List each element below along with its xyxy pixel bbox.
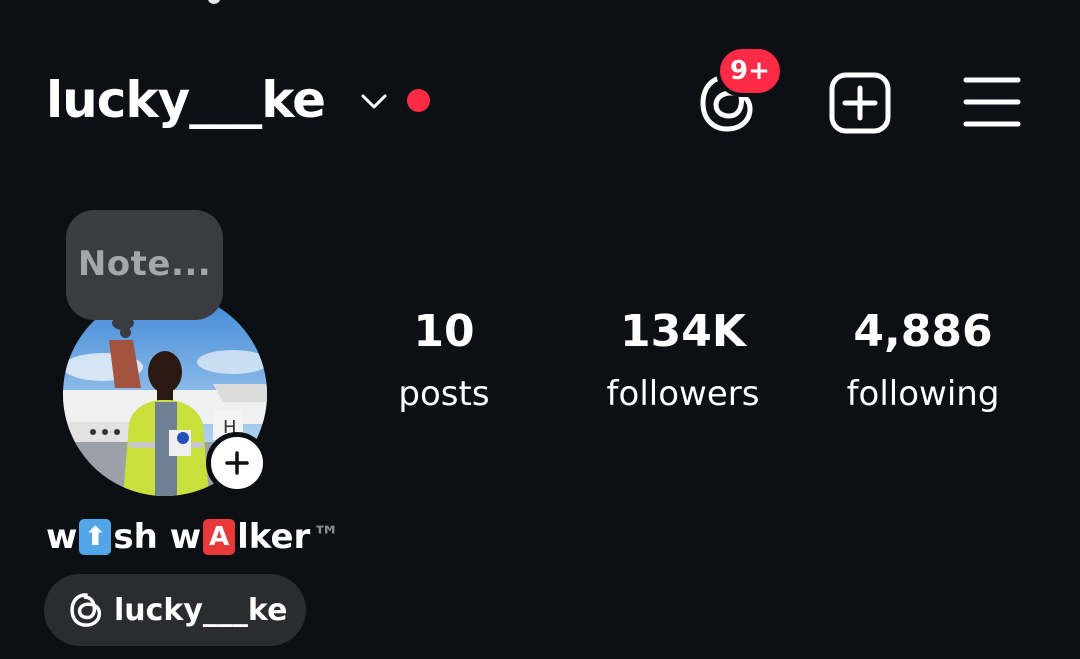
unread-dot (407, 89, 430, 112)
up-arrow-emoji: ⬆ (79, 519, 112, 555)
threads-icon (70, 593, 102, 627)
note-placeholder: Note... (77, 244, 212, 284)
stat-value: 10 (413, 306, 475, 357)
display-name-part: sh w (113, 517, 202, 557)
trademark-symbol: ™ (312, 520, 341, 553)
chevron-down-icon[interactable] (360, 90, 388, 112)
status-bar-remnant (0, 0, 1080, 6)
plus-square-icon[interactable] (828, 71, 892, 135)
display-name-part: w (46, 517, 78, 557)
stat-value: 134K (620, 306, 746, 357)
stat-following[interactable]: 4,886 following (813, 300, 1033, 424)
profile-header: lucky___ke 9+ (0, 45, 1080, 146)
stat-label: followers (606, 374, 760, 414)
profile-stats: 10 posts 134K followers 4,886 following (0, 300, 1080, 430)
letter-a-emoji: A (203, 519, 236, 555)
display-name-part: lker (237, 517, 311, 557)
stat-posts[interactable]: 10 posts (334, 300, 554, 424)
stat-followers[interactable]: 134K followers (573, 300, 793, 424)
username-title[interactable]: lucky___ke (46, 70, 326, 130)
display-name: w ⬆ sh w A lker ™ (46, 512, 340, 562)
stat-label: following (846, 374, 1000, 414)
stat-label: posts (398, 374, 490, 414)
add-story-button[interactable] (206, 432, 268, 494)
hamburger-menu-icon[interactable] (962, 74, 1022, 130)
threads-handle: lucky___ke (114, 592, 288, 628)
stat-value: 4,886 (853, 306, 993, 357)
plus-icon (225, 451, 249, 475)
threads-profile-link[interactable]: lucky___ke (44, 574, 306, 646)
notification-badge: 9+ (716, 45, 784, 97)
